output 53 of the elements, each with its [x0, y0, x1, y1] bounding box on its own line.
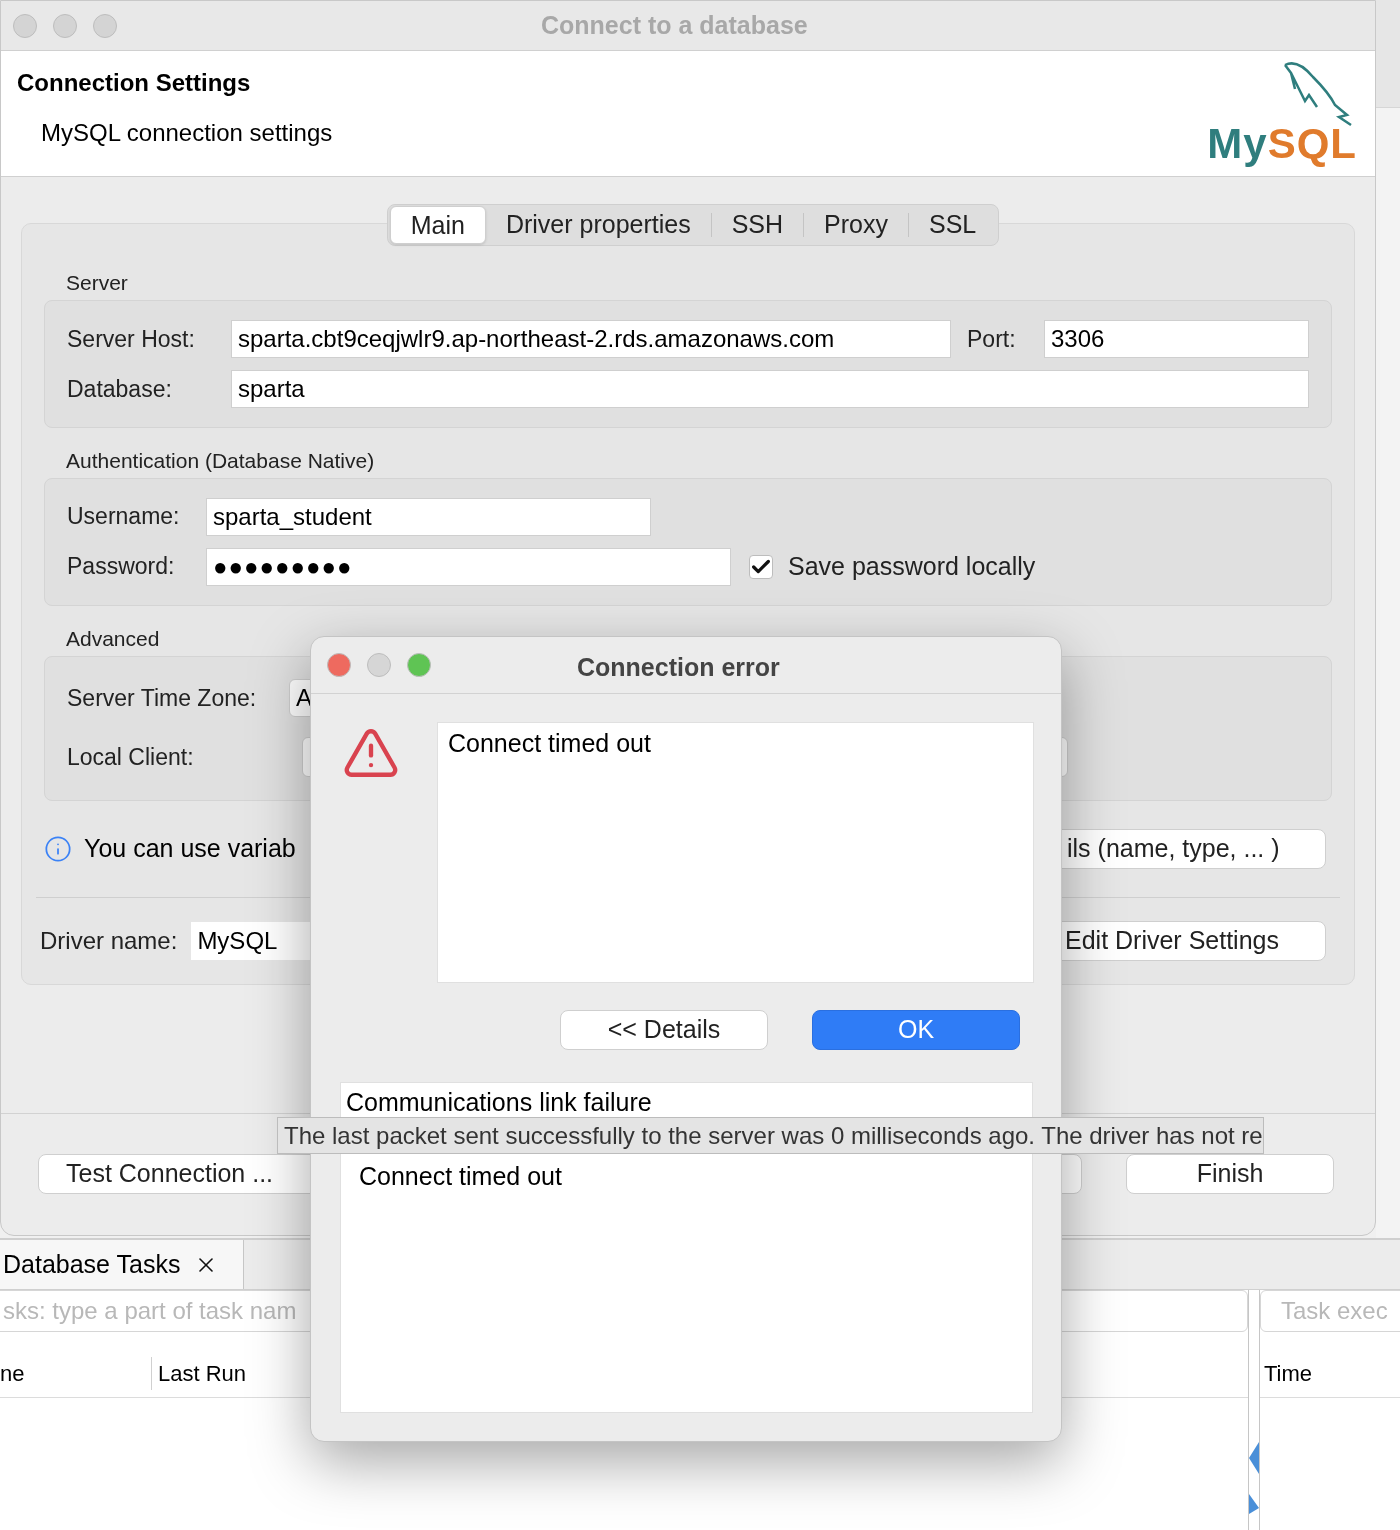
- section-title: Authentication (Database Native): [66, 448, 375, 475]
- details-toggle-button[interactable]: << Details: [560, 1010, 768, 1050]
- log-filter-field[interactable]: Task exec: [1260, 1290, 1400, 1332]
- minimize-button[interactable]: [367, 653, 391, 677]
- field-label: Driver name:: [40, 926, 178, 957]
- password-field[interactable]: ●●●●●●●●●: [206, 547, 731, 586]
- dialog-title: Connection error: [577, 652, 780, 683]
- zoom-button[interactable]: [407, 653, 431, 677]
- field-label: Database:: [67, 374, 173, 404]
- error-message: Connect timed out: [448, 729, 651, 757]
- info-text: You can use variab: [84, 833, 296, 865]
- tooltip: The last packet sent successfully to the server was 0 milliseconds ago. The driver has not re: [277, 1117, 1264, 1154]
- field-label: Server Time Zone:: [67, 684, 258, 714]
- tab[interactable]: SSL: [909, 206, 997, 244]
- panel-tab-label: Database Tasks: [3, 1248, 181, 1280]
- tab[interactable]: Proxy: [804, 206, 908, 244]
- finish-button[interactable]: Finish: [1126, 1154, 1334, 1194]
- panel-tab[interactable]: Database Tasks: [0, 1240, 244, 1289]
- zoom-button[interactable]: [93, 13, 117, 38]
- info-icon: [44, 835, 72, 864]
- input-field[interactable]: sparta.cbt9ceqjwlr9.ap-northeast-2.rds.amazonaws.com: [231, 319, 951, 358]
- arrow-icon[interactable]: [1249, 1494, 1259, 1514]
- window-title: Connect to a database: [541, 10, 808, 41]
- filter-field[interactable]: sks: type a part of task nam: [0, 1290, 1248, 1332]
- close-button[interactable]: [327, 653, 351, 677]
- close-button[interactable]: [13, 13, 37, 38]
- column-header[interactable]: Last Run: [152, 1357, 247, 1390]
- field-label: Port:: [967, 324, 1017, 354]
- ok-button[interactable]: OK: [812, 1010, 1020, 1050]
- splitter[interactable]: [1248, 1290, 1260, 1530]
- checkbox[interactable]: [749, 554, 773, 579]
- input-field[interactable]: sparta_student: [206, 497, 651, 536]
- logo-text: MySQL: [1207, 123, 1357, 165]
- header-title: Connection Settings: [17, 68, 252, 98]
- input-field[interactable]: 3306: [1044, 319, 1309, 358]
- field-label: Server Host:: [67, 324, 196, 354]
- tab[interactable]: Main: [389, 206, 486, 244]
- arrow-icon[interactable]: [1249, 1442, 1259, 1474]
- checkbox-label: Save password locally: [788, 550, 1036, 582]
- details-line: Connect timed out: [358, 1160, 563, 1192]
- tab[interactable]: Driver properties: [485, 206, 711, 244]
- field-label: Username:: [67, 502, 181, 532]
- details-line: Communications link failure: [345, 1087, 653, 1118]
- section-title: Server: [66, 270, 128, 297]
- column-header[interactable]: Time: [1260, 1357, 1313, 1390]
- column-header[interactable]: ne: [0, 1357, 152, 1390]
- section-title: Advanced: [66, 625, 160, 652]
- input-field[interactable]: sparta: [231, 369, 1309, 408]
- minimize-button[interactable]: [53, 13, 77, 38]
- field-label: Local Client:: [67, 743, 195, 773]
- tab[interactable]: SSH: [711, 206, 804, 244]
- field-label: Password:: [67, 552, 176, 582]
- header-subtitle: MySQL connection settings: [41, 118, 333, 148]
